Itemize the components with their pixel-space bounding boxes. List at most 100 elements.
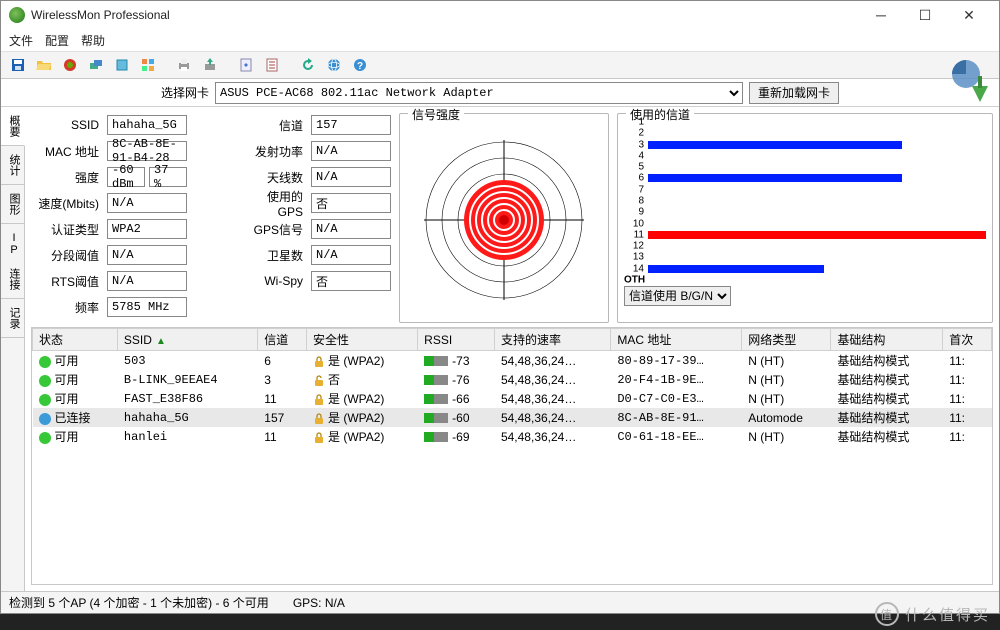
txpower-value: N/A [311, 141, 391, 161]
rssi-bar-icon [424, 413, 448, 423]
sort-asc-icon: ▲ [156, 336, 166, 347]
col-first[interactable]: 首次 [943, 329, 992, 351]
col-status[interactable]: 状态 [33, 329, 118, 351]
antenna-value: N/A [311, 167, 391, 187]
settings-icon[interactable] [235, 54, 257, 76]
menu-help[interactable]: 帮助 [81, 32, 105, 49]
col-rates[interactable]: 支持的速率 [494, 329, 610, 351]
signal-radar [419, 135, 589, 305]
detail-fields: SSID hahaha_5G 信道 157 MAC 地址 8C-AB-8E-91… [31, 113, 391, 323]
menubar: 文件 配置 帮助 [1, 29, 999, 51]
col-security[interactable]: 安全性 [306, 329, 417, 351]
adapter-select[interactable]: ASUS PCE-AC68 802.11ac Network Adapter [215, 82, 743, 104]
tab-summary[interactable]: 概要 [1, 107, 25, 146]
export-icon[interactable] [199, 54, 221, 76]
col-ssid[interactable]: SSID▲ [117, 329, 257, 351]
gps-label: 使用的GPS [251, 191, 307, 215]
watermark-icon: 值 [875, 602, 899, 626]
wispy-value: 否 [311, 271, 391, 291]
table-row[interactable]: 可用B-LINK_9EEAE43否-7654,48,36,24…20-F4-1B… [33, 370, 992, 389]
toolbar: ? [1, 51, 999, 79]
status-dot-icon [39, 394, 51, 406]
txpower-label: 发射功率 [251, 139, 307, 163]
auth-label: 认证类型 [31, 217, 103, 241]
gps-value: 否 [311, 193, 391, 213]
table-row[interactable]: 可用FAST_E38F8611是 (WPA2)-6654,48,36,24…D0… [33, 389, 992, 408]
tab-ip[interactable]: IP 连接 [1, 224, 24, 299]
col-rssi[interactable]: RSSI [418, 329, 495, 351]
rssi-bar-icon [424, 356, 448, 366]
table-row[interactable]: 可用5036是 (WPA2)-7354,48,36,24…80-89-17-39… [33, 351, 992, 371]
refresh-icon[interactable] [297, 54, 319, 76]
rssi-bar-icon [424, 432, 448, 442]
sat-label: 卫星数 [251, 243, 307, 267]
save-icon[interactable] [7, 54, 29, 76]
titlebar: WirelessMon Professional ─ ☐ ✕ [1, 1, 999, 29]
side-tabs: 概要 统计 图形 IP 连接 记录 [1, 107, 25, 591]
help-icon[interactable]: ? [349, 54, 371, 76]
adapter-label: 选择网卡 [161, 84, 209, 101]
rts-value: N/A [107, 271, 187, 291]
strength-label: 强度 [31, 165, 103, 189]
status-dot-icon [39, 432, 51, 444]
channel-label: 信道 [251, 113, 307, 137]
frag-value: N/A [107, 245, 187, 265]
mac-label: MAC 地址 [31, 139, 103, 163]
tab-stats[interactable]: 统计 [1, 146, 24, 185]
col-infra[interactable]: 基础结构 [831, 329, 943, 351]
open-icon[interactable] [33, 54, 55, 76]
reload-adapter-button[interactable]: 重新加载网卡 [749, 82, 839, 104]
table-row[interactable]: 可用hanlei11是 (WPA2)-6954,48,36,24…C0-61-1… [33, 427, 992, 446]
menu-file[interactable]: 文件 [9, 32, 33, 49]
rts-label: RTS阈值 [31, 269, 103, 293]
table-row[interactable]: 已连接hahaha_5G157是 (WPA2)-6054,48,36,24…8C… [33, 408, 992, 427]
rssi-bar-icon [424, 375, 448, 385]
ap-table[interactable]: 状态 SSID▲ 信道 安全性 RSSI 支持的速率 MAC 地址 网络类型 基… [31, 327, 993, 585]
freq-label: 频率 [31, 295, 103, 319]
adapter-row: 选择网卡 ASUS PCE-AC68 802.11ac Network Adap… [1, 79, 999, 107]
channel-mode-select[interactable]: 信道使用 B/G/N [624, 286, 731, 306]
minimize-button[interactable]: ─ [859, 1, 903, 29]
status-dot-icon [39, 375, 51, 387]
status-gps: GPS: N/A [293, 596, 345, 610]
strength-dbm: -60 dBm [107, 167, 145, 187]
col-network[interactable]: 网络类型 [742, 329, 831, 351]
app-icon [9, 7, 25, 23]
freq-value: 5785 MHz [107, 297, 187, 317]
tab-graph[interactable]: 图形 [1, 185, 24, 224]
sat-value: N/A [311, 245, 391, 265]
strength-pct: 37 % [149, 167, 187, 187]
status-dot-icon [39, 356, 51, 368]
speed-value: N/A [107, 193, 187, 213]
watermark: 值 什么值得买 [875, 602, 990, 626]
tool2-icon[interactable] [111, 54, 133, 76]
tool3-icon[interactable] [137, 54, 159, 76]
lock-icon [313, 432, 325, 444]
signal-strength-group: 信号强度 [399, 113, 609, 323]
channels-group: 使用的信道 1234567891011121314OTH 信道使用 B/G/N [617, 113, 993, 323]
lock-icon [313, 394, 325, 406]
frag-label: 分段阈值 [31, 243, 103, 267]
col-mac[interactable]: MAC 地址 [611, 329, 742, 351]
list-icon[interactable] [261, 54, 283, 76]
signal-title: 信号强度 [408, 107, 464, 123]
ssid-value: hahaha_5G [107, 115, 187, 135]
close-button[interactable]: ✕ [947, 1, 991, 29]
wispy-label: Wi-Spy [251, 269, 307, 293]
menu-config[interactable]: 配置 [45, 32, 69, 49]
globe-icon[interactable] [323, 54, 345, 76]
lock-icon [313, 356, 325, 368]
record-icon[interactable] [59, 54, 81, 76]
col-channel[interactable]: 信道 [258, 329, 307, 351]
speed-label: 速度(Mbits) [31, 191, 103, 215]
tab-log[interactable]: 记录 [1, 299, 24, 338]
auth-value: WPA2 [107, 219, 187, 239]
channel-value: 157 [311, 115, 391, 135]
status-dot-icon [39, 413, 51, 425]
channel-chart: 1234567891011121314OTH [648, 122, 986, 282]
tool1-icon[interactable] [85, 54, 107, 76]
window-title: WirelessMon Professional [31, 8, 170, 22]
statusbar: 检测到 5 个AP (4 个加密 - 1 个未加密) - 6 个可用 GPS: … [1, 591, 999, 613]
maximize-button[interactable]: ☐ [903, 1, 947, 29]
print-icon[interactable] [173, 54, 195, 76]
